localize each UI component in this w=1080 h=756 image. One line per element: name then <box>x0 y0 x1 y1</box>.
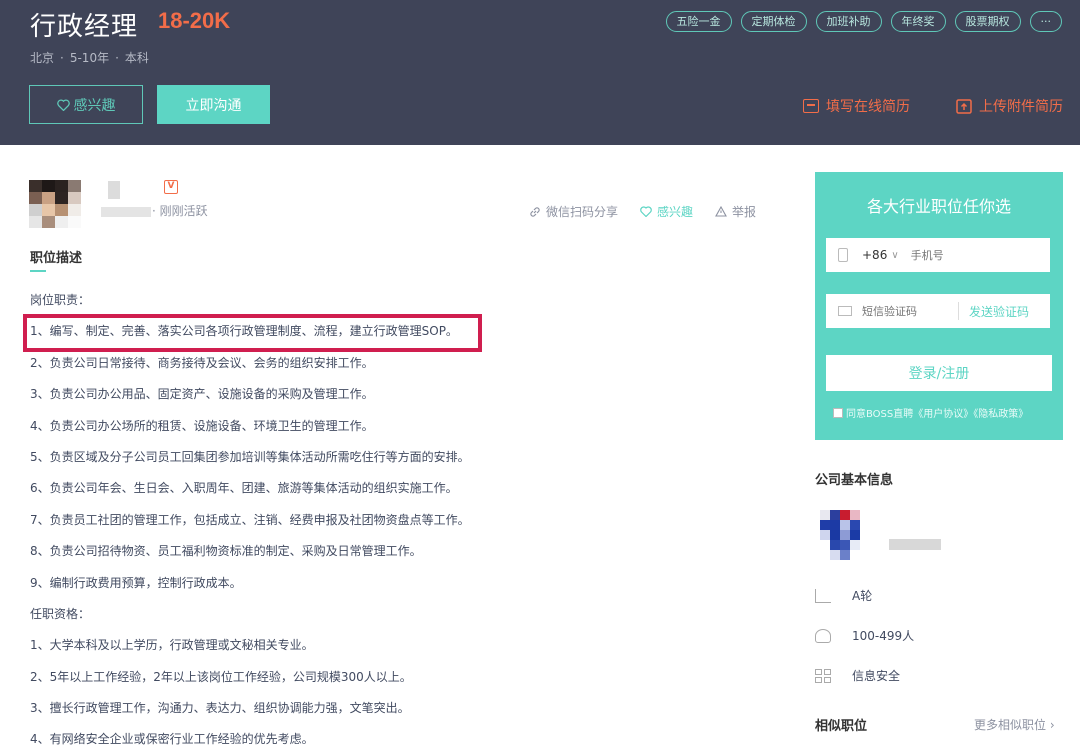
company-logo[interactable] <box>820 510 870 560</box>
upload-resume-label: 上传附件简历 <box>979 99 1063 115</box>
phone-input[interactable] <box>910 248 1031 262</box>
interest-action-button[interactable]: 感兴趣 <box>640 203 693 220</box>
company-size: 100-499人 <box>852 629 915 643</box>
company-size-row: 100-499人 <box>815 627 914 644</box>
responsibility-item: 6、负责公司年会、生日会、入职周年、团建、旅游等集体活动的组织实施工作。 <box>30 481 458 496</box>
responsibility-item: 8、负责公司招待物资、员工福利物资标准的制定、采购及日常管理工作。 <box>30 544 422 559</box>
chart-icon <box>815 588 831 603</box>
benefit-tags: 五险一金 定期体检 加班补助 年终奖 股票期权 ··· <box>665 11 1062 32</box>
report-label: 举报 <box>732 205 757 219</box>
send-code-button[interactable]: 发送验证码 <box>969 303 1029 320</box>
company-info-title: 公司基本信息 <box>815 473 894 488</box>
company-name-blurred[interactable] <box>889 539 941 550</box>
warning-icon <box>715 206 727 217</box>
job-meta: 北京 · 5-10年 · 本科 <box>30 49 149 66</box>
company-industry: 信息安全 <box>852 669 901 683</box>
upload-resume-link[interactable]: 上传附件简历 <box>956 96 1063 116</box>
job-actions: 微信扫码分享 感兴趣 举报 <box>529 203 756 220</box>
heart-icon <box>640 206 652 217</box>
more-similar-jobs-link[interactable]: 更多相似职位 › <box>974 716 1055 733</box>
meta-separator: · <box>60 51 64 65</box>
job-degree: 本科 <box>124 51 149 65</box>
requirement-item: 3、擅长行政管理工作，沟通力、表达力、组织协调能力强，文笔突出。 <box>30 701 410 716</box>
more-similar-label: 更多相似职位 <box>974 718 1047 732</box>
chevron-right-icon: › <box>1049 718 1055 732</box>
agreement-row: 同意BOSS直聘《用户协议》《隐私政策》 <box>833 405 1028 420</box>
sms-code-input[interactable] <box>862 304 958 318</box>
requirements-heading: 任职资格： <box>30 606 91 621</box>
responsibility-item: 7、负责员工社团的管理工作，包括成立、注销、经费申报及社团物资盘点等工作。 <box>30 512 470 527</box>
recruiter-avatar <box>29 180 81 228</box>
responsibility-item: 3、负责公司办公用品、固定资产、设施设备的采购及管理工作。 <box>30 387 374 402</box>
responsibility-item: 5、负责区域及分子公司员工回集团参加培训等集体活动所需吃住行等方面的安排。 <box>30 449 470 464</box>
chat-now-button[interactable]: 立即沟通 <box>157 85 270 124</box>
job-experience: 5-10年 <box>69 51 110 65</box>
phone-icon <box>838 248 848 262</box>
chevron-down-icon[interactable]: ∨ <box>891 250 898 261</box>
active-status-label: 刚刚活跃 <box>159 204 208 218</box>
job-description: 岗位职责： 1、编写、制定、完善、落实公司各项行政管理制度、流程，建立行政管理S… <box>30 292 760 756</box>
company-funding: A轮 <box>852 589 873 603</box>
phone-field[interactable]: +86 ∨ <box>826 238 1050 272</box>
sms-code-field[interactable]: 发送验证码 <box>826 294 1050 328</box>
more-tags-button[interactable]: ··· <box>1029 11 1062 32</box>
job-header: 行政经理 18-20K 北京 · 5-10年 · 本科 五险一金 定期体检 加班补助 年… <box>0 0 1080 145</box>
status-separator: · <box>152 204 156 218</box>
country-code-select[interactable]: +86 <box>862 248 887 262</box>
job-city: 北京 <box>30 51 55 65</box>
company-industry-row: 信息安全 <box>815 667 900 684</box>
benefit-tag: 五险一金 <box>665 11 732 32</box>
responsibility-item: 9、编制行政费用预算，控制行政成本。 <box>30 575 242 590</box>
wechat-share-label: 微信扫码分享 <box>546 205 619 219</box>
divider <box>958 302 959 320</box>
recruiter-active-status: · 刚刚活跃 <box>152 202 208 219</box>
company-funding-row: A轮 <box>815 587 872 604</box>
recruiter-title-blurred <box>101 207 151 217</box>
job-description-title: 职位描述 <box>30 251 83 266</box>
requirement-item: 2、5年以上工作经验，2年以上该岗位工作经验，公司规模300人以上。 <box>30 669 412 684</box>
job-title: 行政经理 <box>30 12 139 42</box>
benefit-tag: 年终奖 <box>890 11 946 32</box>
message-icon <box>838 306 852 316</box>
fill-online-resume-link[interactable]: 填写在线简历 <box>803 96 910 116</box>
report-button[interactable]: 举报 <box>715 203 756 220</box>
meta-separator: · <box>115 51 119 65</box>
similar-jobs-title: 相似职位 <box>815 719 868 734</box>
resume-form-icon <box>803 99 819 113</box>
signup-title: 各大行业职位任你选 <box>866 197 1011 216</box>
responsibility-item: 4、负责公司办公场所的租赁、设施设备、环境卫生的管理工作。 <box>30 418 374 433</box>
requirement-item: 1、大学本科及以上学历，行政管理或文秘相关专业。 <box>30 638 314 653</box>
highlight-annotation-box <box>23 314 482 352</box>
benefit-tag: 股票期权 <box>954 11 1021 32</box>
fill-online-resume-label: 填写在线简历 <box>826 99 910 115</box>
upload-icon <box>956 98 972 114</box>
agreement-checkbox[interactable] <box>833 407 843 418</box>
interest-action-label: 感兴趣 <box>657 205 694 219</box>
section-underline <box>30 270 46 272</box>
recruiter-name-blurred <box>108 181 120 199</box>
link-icon <box>530 206 540 217</box>
interest-button[interactable]: 感兴趣 <box>29 85 143 124</box>
benefit-tag: 定期体检 <box>740 11 807 32</box>
login-register-button[interactable]: 登录/注册 <box>826 355 1052 391</box>
signup-panel: 各大行业职位任你选 +86 ∨ 发送验证码 登录/注册 同意BOSS直聘《用户协… <box>815 172 1063 440</box>
user-icon <box>815 628 831 643</box>
verified-badge-icon: V <box>164 180 178 194</box>
grid-icon <box>815 668 831 683</box>
requirement-item: 4、有网络安全企业或保密行业工作经验的优先考虑。 <box>30 732 314 747</box>
responsibility-item: 2、负责公司日常接待、商务接待及会议、会务的组织安排工作。 <box>30 355 374 370</box>
wechat-share-button[interactable]: 微信扫码分享 <box>529 203 618 220</box>
benefit-tag: 加班补助 <box>815 11 882 32</box>
agreement-text[interactable]: 同意BOSS直聘《用户协议》《隐私政策》 <box>846 405 1028 420</box>
heart-icon <box>56 98 70 111</box>
salary: 18-20K <box>158 8 231 33</box>
interest-button-label: 感兴趣 <box>73 97 116 114</box>
